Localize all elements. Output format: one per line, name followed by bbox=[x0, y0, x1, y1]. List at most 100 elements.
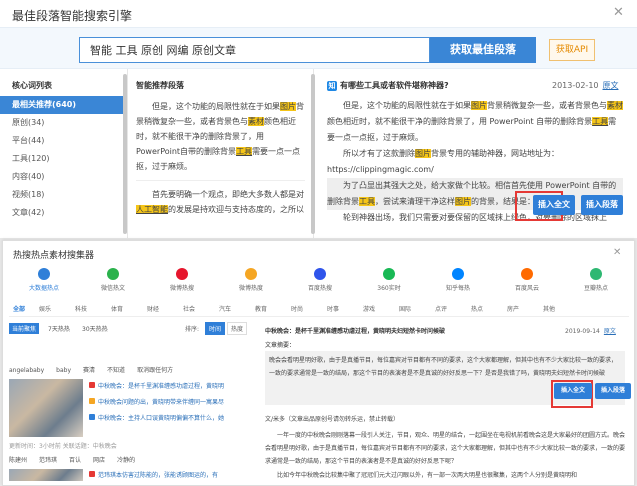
subtab[interactable]: 点评 bbox=[435, 304, 447, 313]
filter-7day[interactable]: 7天热热 bbox=[45, 323, 73, 334]
text: 背景稍微复杂一些，或者背景色与 bbox=[487, 101, 607, 110]
keyword-item-recommended[interactable]: 最相关推荐(640) bbox=[0, 96, 127, 114]
category-label: 360实时 bbox=[377, 285, 401, 292]
keyword[interactable]: 范玮琪 bbox=[39, 457, 57, 464]
topic-title: 中秋晚会：是杯千里渊准缠感功虐过程，黄晓明夫妇短然卡时问候破 bbox=[265, 328, 446, 335]
topic-link[interactable]: 中秋晚会：主持人口误黄晓明偏偏不算什么，她 bbox=[89, 413, 224, 422]
category-weibo-search[interactable]: 微博热搜 bbox=[147, 268, 217, 292]
topic-thumbnail[interactable] bbox=[9, 469, 83, 481]
get-api-button[interactable]: 获取API bbox=[549, 39, 595, 61]
subtab[interactable]: 时尚 bbox=[291, 304, 303, 313]
keyword[interactable]: 网店 bbox=[93, 457, 105, 464]
search-input[interactable]: 智能 工具 原创 网编 原创文章 bbox=[79, 37, 430, 63]
subtab[interactable]: 社会 bbox=[183, 304, 195, 313]
panel-title: 最佳段落智能搜索引擎 bbox=[12, 9, 133, 23]
weibo-icon bbox=[176, 268, 188, 280]
subtab[interactable]: 其他 bbox=[543, 304, 555, 313]
baidu-paw-icon bbox=[314, 268, 326, 280]
category-zhihu[interactable]: 知乎每热 bbox=[423, 268, 493, 292]
category-baidu-search[interactable]: 百度热搜 bbox=[285, 268, 355, 292]
keyword-item-tools[interactable]: 工具(120) bbox=[0, 150, 127, 168]
subtab[interactable]: 教育 bbox=[255, 304, 267, 313]
origin-link[interactable]: 原文 bbox=[604, 328, 616, 335]
sort-by-time[interactable]: 时间 bbox=[205, 322, 226, 335]
hot-marker-icon bbox=[89, 382, 95, 388]
topic-link[interactable]: 中秋晚会：是杯千里渊准缠感功虐过程，黄晓明 bbox=[89, 381, 224, 390]
insert-full-text-button[interactable]: 插入全文 bbox=[554, 383, 592, 399]
article-paragraph: 一年一度的中秋晚会刚刚落幕一段引人关注，节目，观众、明星的结合，一起围坐在电视机… bbox=[265, 432, 626, 465]
category-360[interactable]: 360实时 bbox=[354, 268, 424, 292]
subtab[interactable]: 游戏 bbox=[363, 304, 375, 313]
article-paragraph: 轮到神器出场，我们只需要对要保留的区域抹上绿色，对要删除的区域抹上 bbox=[343, 213, 607, 222]
filter-30day[interactable]: 30天热热 bbox=[79, 323, 111, 334]
insert-paragraph-button[interactable]: 插入段落 bbox=[581, 195, 623, 215]
author-line: 文/米多（文章出品原创号请勿转乐运，禁止转载） bbox=[265, 416, 400, 423]
keyword-item-content[interactable]: 内容(40) bbox=[0, 168, 127, 186]
category-big-data[interactable]: 大数据热点 bbox=[9, 268, 79, 292]
keyword-list-header: 核心词列表 bbox=[12, 81, 52, 90]
highlight: 图片 bbox=[455, 197, 471, 206]
category-label: 百度风云 bbox=[514, 285, 539, 292]
category-douban[interactable]: 豆瓣热点 bbox=[561, 268, 631, 292]
keyword-item-video[interactable]: 视频(18) bbox=[0, 186, 127, 204]
recommended-paragraph[interactable]: 首先要明确一个观点，即绝大多数人都是对人工智能的发展是持欢迎与支持态度的，之所以 bbox=[128, 187, 313, 217]
filter-current[interactable]: 当前聚焦 bbox=[9, 323, 40, 334]
hot-topic-collector-panel: 热搜热点素材搜集器 ✕ 大数据热点 微信热文 微博热搜 微博热度 百度热搜 36… bbox=[2, 240, 635, 486]
hot-marker-icon bbox=[89, 414, 95, 420]
insert-paragraph-button[interactable]: 插入段落 bbox=[595, 383, 631, 399]
scrollbar[interactable] bbox=[311, 74, 315, 234]
keyword[interactable]: 陈建州 bbox=[9, 457, 27, 464]
douban-icon bbox=[590, 268, 602, 280]
subtab[interactable]: 体育 bbox=[111, 304, 123, 313]
keyword-list: 核心词列表 最相关推荐(640) 原创(34) 平台(44) 工具(120) 内… bbox=[0, 69, 128, 238]
close-icon[interactable]: ✕ bbox=[613, 5, 624, 20]
subtab[interactable]: 时事 bbox=[327, 304, 339, 313]
category-wechat[interactable]: 微信热文 bbox=[78, 268, 148, 292]
highlight: 图片 bbox=[471, 101, 487, 110]
insert-full-text-button[interactable]: 插入全文 bbox=[533, 195, 575, 215]
search-bar: 智能 工具 原创 网编 原创文章 获取最佳段落 获取API bbox=[0, 27, 637, 69]
keyword[interactable]: 冷静的 bbox=[117, 457, 135, 464]
subtab[interactable]: 汽车 bbox=[219, 304, 231, 313]
close-icon[interactable]: ✕ bbox=[613, 247, 621, 258]
keyword[interactable]: 赛清 bbox=[83, 367, 95, 374]
get-best-paragraph-button[interactable]: 获取最佳段落 bbox=[430, 37, 536, 63]
highlight: 图片 bbox=[280, 102, 296, 111]
text: 但是，这个功能的局限性就在于如果 bbox=[343, 101, 471, 110]
keyword-item-article[interactable]: 文章(42) bbox=[0, 204, 127, 222]
topic-meta: 更新时间：3小时前 关联话题：中秋晚会 bbox=[9, 443, 117, 450]
sort-by-heat[interactable]: 热度 bbox=[227, 322, 248, 335]
recommended-paragraphs: 智能推荐段落 但是，这个功能的局限性就在于如果图片背景稍微复杂一些，或者背景色与… bbox=[128, 69, 314, 238]
keyword[interactable]: angelababy bbox=[9, 367, 44, 374]
keyword[interactable]: 取消跟任何方 bbox=[137, 367, 173, 374]
category-label: 大数据热点 bbox=[28, 285, 59, 292]
article-paragraph: 所以才有了这款删除图片背景专用的辅助神器，网站地址为：https://clipp… bbox=[327, 146, 623, 178]
keyword[interactable]: 不知道 bbox=[107, 367, 125, 374]
subtab[interactable]: 热点 bbox=[471, 304, 483, 313]
article-paragraph: 但是，这个功能的局限性就在于如果图片背景稍微复杂一些，或者背景色与素材颜色相近时… bbox=[327, 98, 623, 146]
subtab[interactable]: 全部 bbox=[13, 304, 25, 313]
topic-thumbnail[interactable] bbox=[9, 379, 83, 437]
subtab[interactable]: 房产 bbox=[507, 304, 519, 313]
filter-row: 当前聚焦 7天热热 30天热热 排序: 时间 热度 bbox=[9, 321, 254, 335]
recommended-paragraph[interactable]: 但是，这个功能的局限性就在于如果图片背景稍微复杂一些，或者背景色与素材颜色相近时… bbox=[128, 99, 313, 174]
topic-link[interactable]: 范玮琪本仿害过陈能的，张能诱顾图运的，有 bbox=[89, 470, 218, 479]
subtab[interactable]: 国际 bbox=[399, 304, 411, 313]
big-data-icon bbox=[38, 268, 50, 280]
scrollbar[interactable] bbox=[123, 74, 127, 234]
topic-link[interactable]: 中秋晚会问题的出，黄晓明带来伴缠同一寓果尽 bbox=[89, 397, 224, 406]
highlight: 工具 bbox=[592, 117, 609, 126]
subtab[interactable]: 科技 bbox=[75, 304, 87, 313]
origin-link[interactable]: 原文 bbox=[603, 81, 619, 90]
keyword-item-original[interactable]: 原创(34) bbox=[0, 114, 127, 132]
keyword-item-platform[interactable]: 平台(44) bbox=[0, 132, 127, 150]
category-baidu-fengyun[interactable]: 百度风云 bbox=[492, 268, 562, 292]
subtab[interactable]: 娱乐 bbox=[39, 304, 51, 313]
keyword[interactable]: baby bbox=[56, 367, 71, 374]
highlight: 人工智能 bbox=[136, 205, 168, 214]
summary-label: 文章摘要： bbox=[265, 342, 296, 349]
topic-link-text: 中秋晚会问题的出，黄晓明带来伴缠同一寓果尽 bbox=[98, 399, 225, 406]
category-weibo-heat[interactable]: 微博热度 bbox=[216, 268, 286, 292]
subtab[interactable]: 财经 bbox=[147, 304, 159, 313]
keyword[interactable]: 百认 bbox=[69, 457, 81, 464]
